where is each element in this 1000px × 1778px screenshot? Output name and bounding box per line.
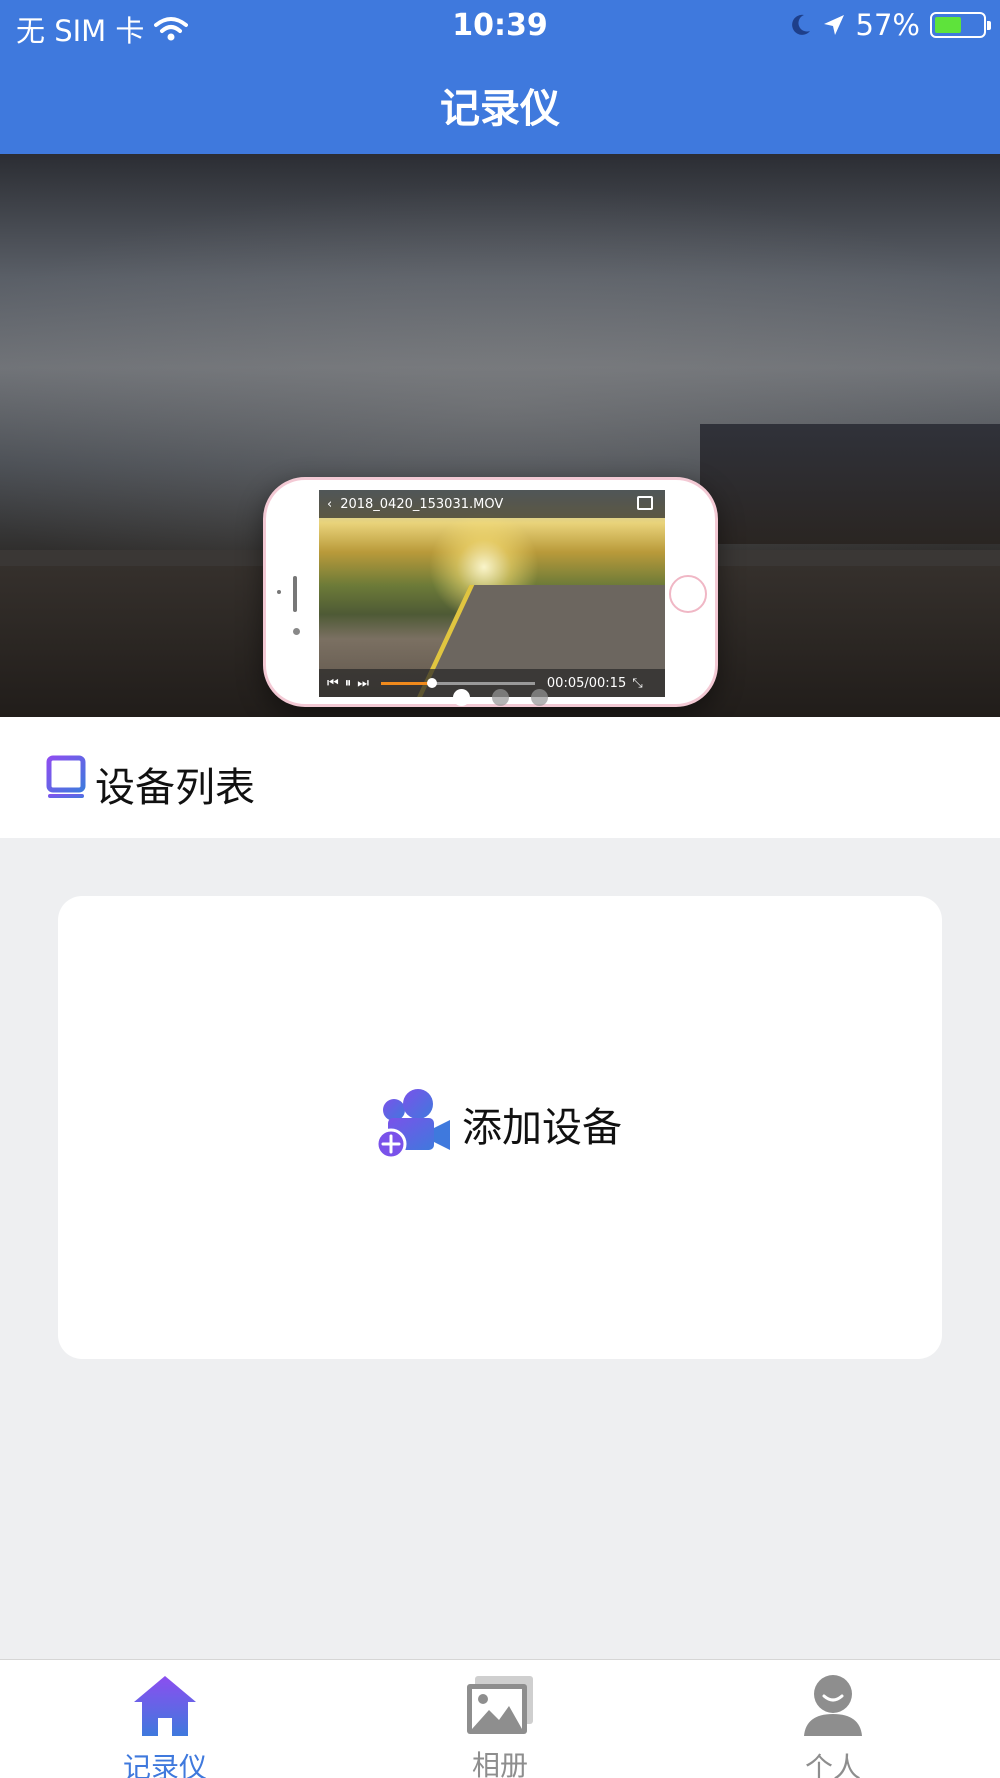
- bottom-tab-bar: 记录仪 相册 个人: [0, 1659, 1000, 1778]
- carousel-dot[interactable]: [491, 689, 509, 706]
- device-list-header: 设备列表: [0, 717, 1000, 838]
- video-top-bar: ‹ 2018_0420_153031.MOV: [319, 490, 665, 518]
- status-right: 57%: [790, 8, 991, 42]
- add-video-icon: [637, 496, 653, 510]
- carousel-dot[interactable]: [452, 689, 470, 706]
- video-filename: 2018_0420_153031.MOV: [340, 496, 504, 512]
- phone-illustration: ‹ 2018_0420_153031.MOV ⏮ ⏸ ⏭ 00:05/00:15…: [263, 477, 718, 707]
- carousel-pagination: [0, 689, 1000, 706]
- battery-icon: [930, 12, 991, 38]
- page-title: 记录仪: [440, 86, 560, 132]
- phone-home-button: [669, 575, 707, 613]
- promo-banner-carousel[interactable]: ‹ 2018_0420_153031.MOV ⏮ ⏸ ⏭ 00:05/00:15…: [0, 154, 1000, 717]
- album-icon: [467, 1676, 533, 1734]
- video-player-preview: ‹ 2018_0420_153031.MOV ⏮ ⏸ ⏭ 00:05/00:15…: [319, 490, 665, 697]
- add-device-button[interactable]: 添加设备: [376, 1088, 622, 1160]
- tab-recorder[interactable]: 记录仪: [65, 1674, 265, 1778]
- tab-label: 个人: [804, 1751, 861, 1778]
- carousel-dot[interactable]: [530, 689, 548, 706]
- tab-label: 相册: [471, 1749, 528, 1778]
- back-chevron-icon: ‹: [327, 496, 333, 512]
- add-device-label: 添加设备: [462, 1105, 622, 1151]
- location-arrow-icon: [823, 15, 844, 35]
- moon-icon: [791, 14, 810, 35]
- status-bar: 无 SIM 卡 10:39 57%: [0, 0, 1000, 52]
- tab-profile[interactable]: 个人: [733, 1674, 933, 1778]
- person-icon: [804, 1675, 862, 1736]
- tab-label: 记录仪: [122, 1751, 207, 1778]
- app-header: 无 SIM 卡 10:39 57% 记录仪: [0, 0, 1000, 154]
- video-progress-bar: [380, 677, 535, 688]
- home-icon: [134, 1676, 196, 1736]
- tab-album[interactable]: 相册: [400, 1674, 600, 1778]
- section-title: 设备列表: [95, 765, 255, 811]
- device-list-icon: [46, 755, 86, 798]
- battery-percent: 57%: [855, 8, 920, 42]
- add-camera-icon: [376, 1089, 450, 1160]
